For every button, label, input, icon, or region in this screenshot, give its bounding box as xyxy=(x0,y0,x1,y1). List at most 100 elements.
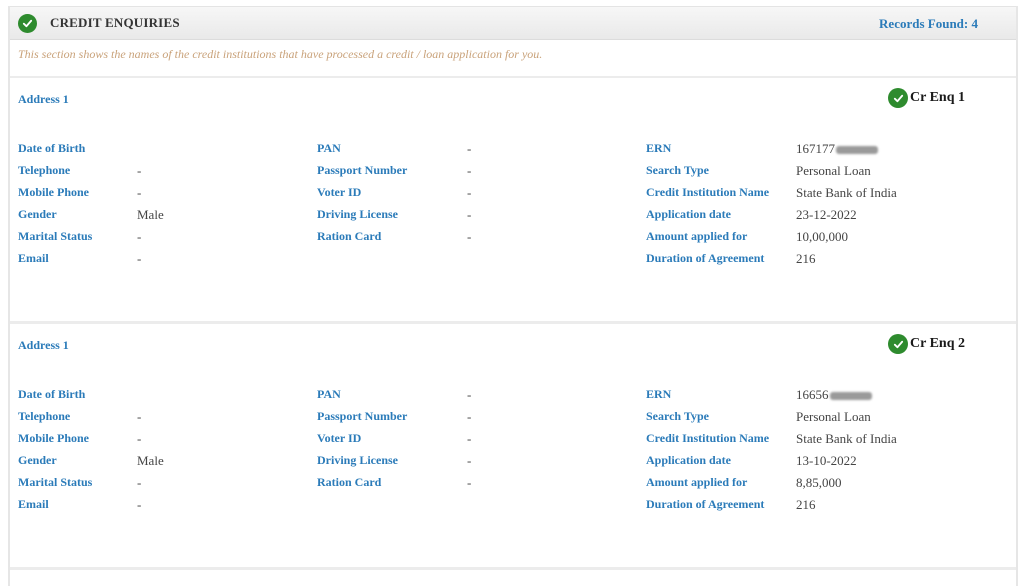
field-value-text: - xyxy=(467,185,472,200)
field-value-text: - xyxy=(137,251,142,266)
field-label: Email xyxy=(18,497,49,511)
field-driving-license: Driving License - xyxy=(317,207,471,229)
field-value: 8,85,000 xyxy=(796,475,842,491)
field-passport-number: Passport Number - xyxy=(317,409,471,431)
personal-details: Date of Birth Telephone - Mobile Phone - Gend… xyxy=(18,141,164,273)
field-value: - xyxy=(137,251,141,267)
field-email: Email - xyxy=(18,497,164,519)
check-circle-icon xyxy=(888,88,908,108)
field-value: State Bank of India xyxy=(796,185,897,201)
field-label: Credit Institution Name xyxy=(646,431,770,445)
field-application-date: Application date 23-12-2022 xyxy=(646,207,897,229)
field-value-text: - xyxy=(137,163,142,178)
field-value-text: - xyxy=(137,409,142,424)
field-value: - xyxy=(467,453,471,469)
field-label: Telephone xyxy=(18,409,71,423)
enquiry-label: Cr Enq 2 xyxy=(910,336,965,351)
field-label: Amount applied for xyxy=(646,229,748,243)
field-label: ERN xyxy=(646,387,672,401)
enquiry-label: Cr Enq 1 xyxy=(910,90,965,105)
field-date-of-birth: Date of Birth xyxy=(18,141,164,163)
field-value: - xyxy=(467,387,471,403)
field-value: - xyxy=(137,163,141,179)
field-value-text: Male xyxy=(137,453,164,468)
field-value: - xyxy=(467,431,471,447)
field-label: Search Type xyxy=(646,409,710,423)
field-search-type: Search Type Personal Loan xyxy=(646,163,897,185)
field-value: 216 xyxy=(796,497,816,513)
field-value-text: 167177 xyxy=(796,141,835,156)
field-label: Passport Number xyxy=(317,163,408,177)
field-duration-of-agreement: Duration of Agreement 216 xyxy=(646,251,897,273)
field-mobile-phone: Mobile Phone - xyxy=(18,185,164,207)
field-value-text: - xyxy=(467,207,472,222)
field-label: Duration of Agreement xyxy=(646,497,765,511)
field-value-text: - xyxy=(137,185,142,200)
field-value: - xyxy=(467,207,471,223)
field-label: Application date xyxy=(646,207,732,221)
field-marital-status: Marital Status - xyxy=(18,475,164,497)
field-amount-applied-for: Amount applied for 10,00,000 xyxy=(646,229,897,251)
field-value: - xyxy=(137,431,141,447)
field-ration-card: Ration Card - xyxy=(317,475,471,497)
field-value: - xyxy=(137,185,141,201)
field-label: Date of Birth xyxy=(18,141,86,155)
field-value-text: - xyxy=(137,475,142,490)
enquiry-badge: Cr Enq 2 xyxy=(888,334,965,354)
field-label: Driving License xyxy=(317,453,398,467)
field-label: Ration Card xyxy=(317,229,382,243)
field-value-text: 13-10-2022 xyxy=(796,453,857,468)
field-value: - xyxy=(467,185,471,201)
address-label[interactable]: Address 1 xyxy=(18,92,69,107)
field-value-text: 16656 xyxy=(796,387,829,402)
field-value-text: - xyxy=(467,453,472,468)
redaction-mask xyxy=(829,392,872,401)
field-label: Voter ID xyxy=(317,431,362,445)
field-value: 10,00,000 xyxy=(796,229,848,245)
field-value-text: - xyxy=(467,229,472,244)
field-telephone: Telephone - xyxy=(18,163,164,185)
field-label: Driving License xyxy=(317,207,398,221)
field-marital-status: Marital Status - xyxy=(18,229,164,251)
field-value: - xyxy=(467,409,471,425)
field-value-text: State Bank of India xyxy=(796,185,897,200)
field-value: 167177 xyxy=(796,141,878,157)
field-value: - xyxy=(137,229,141,245)
section-description: This section shows the names of the cred… xyxy=(10,40,1016,78)
field-driving-license: Driving License - xyxy=(317,453,471,475)
field-amount-applied-for: Amount applied for 8,85,000 xyxy=(646,475,897,497)
section-title: CREDIT ENQUIRIES xyxy=(50,15,180,30)
personal-details: Date of Birth Telephone - Mobile Phone - Gend… xyxy=(18,387,164,519)
field-value: 13-10-2022 xyxy=(796,453,857,469)
field-label: Application date xyxy=(646,453,732,467)
enquiry-record: Address 1 Cr Enq 2 Date of Birth Telephon… xyxy=(10,324,1016,570)
enquiry-record: Address 1 Cr Enq 1 Date of Birth Telephon… xyxy=(10,78,1016,324)
field-voter-id: Voter ID - xyxy=(317,431,471,453)
field-label: Voter ID xyxy=(317,185,362,199)
field-voter-id: Voter ID - xyxy=(317,185,471,207)
field-value: Personal Loan xyxy=(796,163,871,179)
field-label: Telephone xyxy=(18,163,71,177)
check-circle-icon xyxy=(18,13,37,33)
field-pan: PAN - xyxy=(317,387,471,409)
field-value: Male xyxy=(137,453,164,469)
field-pan: PAN - xyxy=(317,141,471,163)
field-ern: ERN 167177 xyxy=(646,141,897,163)
field-value: State Bank of India xyxy=(796,431,897,447)
address-label[interactable]: Address 1 xyxy=(18,338,69,353)
field-label: Email xyxy=(18,251,49,265)
field-label: Credit Institution Name xyxy=(646,185,770,199)
field-value: Personal Loan xyxy=(796,409,871,425)
field-mobile-phone: Mobile Phone - xyxy=(18,431,164,453)
field-label: Ration Card xyxy=(317,475,382,489)
field-value-text: - xyxy=(467,163,472,178)
field-value: - xyxy=(467,163,471,179)
field-ration-card: Ration Card - xyxy=(317,229,471,251)
field-label: Mobile Phone xyxy=(18,185,89,199)
field-credit-institution-name: Credit Institution Name State Bank of Ind… xyxy=(646,431,897,453)
field-label: Marital Status xyxy=(18,475,93,489)
field-label: Marital Status xyxy=(18,229,93,243)
field-value: - xyxy=(467,475,471,491)
field-value-text: 216 xyxy=(796,251,816,266)
field-application-date: Application date 13-10-2022 xyxy=(646,453,897,475)
